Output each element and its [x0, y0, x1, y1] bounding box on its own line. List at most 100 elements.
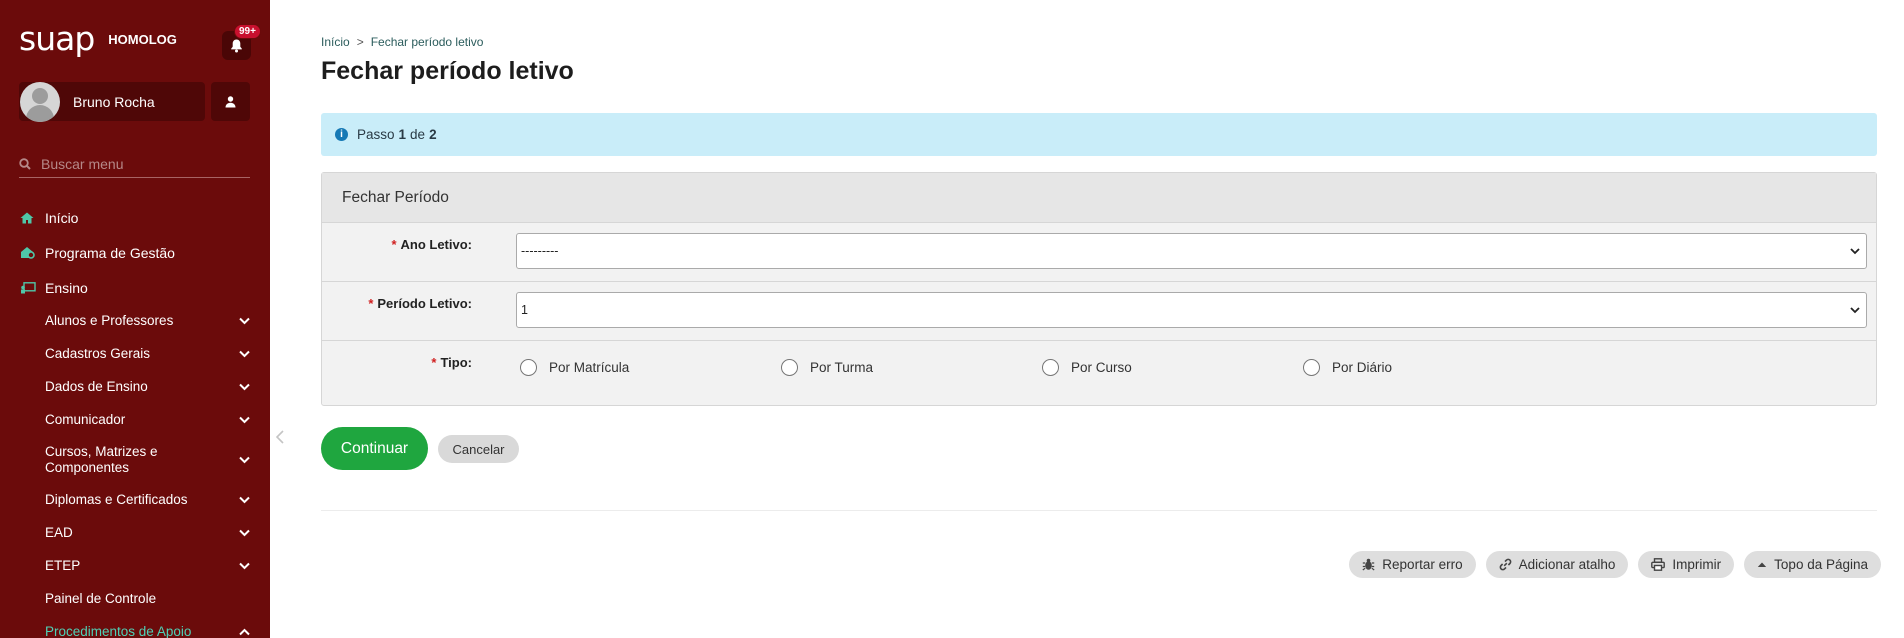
button-label: Topo da Página	[1774, 557, 1868, 572]
step-current: 1	[398, 127, 407, 142]
breadcrumb-home-link[interactable]: Início	[321, 35, 350, 49]
search-icon	[19, 157, 31, 170]
tipo-row: * Tipo: Por Matrícula Por Turma Por Curso…	[322, 341, 1876, 404]
ano-letivo-select[interactable]: ---------	[516, 233, 1867, 269]
step-prefix: Passo	[357, 127, 395, 142]
menu-item-procedimentos-de-apoio[interactable]: Procedimentos de Apoio	[0, 616, 270, 638]
continue-button[interactable]: Continuar	[321, 427, 428, 470]
radio-label: Por Curso	[1071, 360, 1132, 375]
label-text: Período Letivo:	[377, 296, 472, 311]
menu-item-alunos-e-professores[interactable]: Alunos e Professores	[0, 305, 270, 337]
radio-circle[interactable]	[781, 359, 798, 376]
add-shortcut-button[interactable]: Adicionar atalho	[1485, 551, 1629, 578]
menu-item-cursos-matrizes-e-componentes[interactable]: Cursos, Matrizes e Componentes	[0, 436, 270, 484]
close-period-form: Fechar Período * Ano Letivo: --------- * P…	[321, 172, 1877, 406]
user-menu-button[interactable]	[211, 82, 250, 121]
page-title: Fechar período letivo	[321, 57, 574, 85]
print-button[interactable]: Imprimir	[1638, 551, 1735, 578]
chevron-down-icon	[239, 529, 250, 537]
ensino-icon	[20, 281, 38, 294]
chevron-left-icon	[275, 430, 284, 444]
gestao-icon	[20, 246, 38, 259]
button-label: Imprimir	[1672, 557, 1722, 572]
caret-up-icon	[1757, 561, 1767, 568]
radio-circle[interactable]	[520, 359, 537, 376]
link-icon	[1499, 558, 1512, 571]
user-icon	[225, 95, 236, 107]
cancel-button[interactable]: Cancelar	[438, 435, 519, 463]
footer-actions: Reportar erro Adicionar atalho Imprimir …	[1339, 551, 1881, 578]
menu-item-label: Painel de Controle	[45, 591, 157, 606]
periodo-letivo-label: * Período Letivo:	[368, 296, 472, 311]
menu-item-label: Dados de Ensino	[45, 378, 148, 394]
bell-icon	[231, 39, 242, 52]
chevron-down-icon	[239, 350, 250, 357]
radio-label: Por Turma	[810, 360, 874, 375]
report-error-button[interactable]: Reportar erro	[1349, 551, 1476, 578]
sidebar-collapse-button[interactable]	[275, 428, 284, 449]
chevron-down-icon	[239, 416, 250, 423]
menu-item-inicio[interactable]: Início	[0, 200, 270, 235]
top-of-page-button[interactable]: Topo da Página	[1744, 551, 1881, 578]
menu-item-etep[interactable]: ETEP	[0, 550, 270, 582]
required-mark: *	[368, 296, 374, 311]
menu-item-label: Procedimentos de Apoio	[45, 624, 192, 638]
tipo-radio-group: Por Matrícula Por Turma Por Curso Por Di…	[520, 359, 1564, 376]
select-value: 1	[521, 303, 528, 317]
menu-item-ead[interactable]: EAD	[0, 516, 270, 550]
notification-badge: 99+	[234, 24, 261, 39]
user-profile[interactable]: Bruno Rocha	[19, 81, 205, 122]
label-text: Ano Letivo:	[400, 237, 473, 252]
menu-item-label: Início	[45, 209, 79, 226]
chevron-down-icon	[239, 383, 250, 390]
step-alert: i Passo 1 de 2	[321, 113, 1877, 156]
required-mark: *	[431, 355, 437, 370]
form-title: Fechar Período	[322, 173, 1876, 223]
step-total: 2	[429, 127, 437, 142]
chevron-down-icon	[239, 562, 250, 570]
menu-item-label: Alunos e Professores	[45, 313, 174, 328]
chevron-down-icon	[239, 317, 250, 325]
menu-item-dados-de-ensino[interactable]: Dados de Ensino	[0, 370, 270, 403]
menu-item-programa-de-gestao[interactable]: Programa de Gestão	[0, 235, 270, 270]
menu-item-ensino[interactable]: Ensino	[0, 270, 270, 305]
menu-item-painel-de-controle[interactable]: Painel de Controle	[0, 582, 270, 616]
chevron-down-icon	[1850, 306, 1860, 313]
button-label: Adicionar atalho	[1518, 557, 1616, 572]
select-value: ---------	[521, 244, 559, 258]
radio-por-curso[interactable]: Por Curso	[1042, 359, 1303, 376]
step-of: de	[410, 127, 426, 142]
menu-item-comunicador[interactable]: Comunicador	[0, 403, 270, 436]
radio-circle[interactable]	[1042, 359, 1059, 376]
main-menu: Início Programa de Gestão Ensino Alunos …	[0, 200, 270, 638]
radio-circle[interactable]	[1303, 359, 1320, 376]
radio-por-turma[interactable]: Por Turma	[781, 359, 1042, 376]
menu-item-label: Cadastros Gerais	[45, 345, 151, 361]
menu-item-label: Cursos, Matrizes e Componentes	[45, 444, 158, 475]
menu-item-label: Comunicador	[45, 411, 126, 427]
menu-item-label: Ensino	[45, 279, 88, 296]
breadcrumb: Início > Fechar período letivo	[321, 35, 483, 49]
chevron-down-icon	[239, 456, 250, 464]
search-input[interactable]: Buscar menu	[41, 156, 123, 172]
print-icon	[1651, 558, 1666, 571]
user-name: Bruno Rocha	[73, 93, 155, 110]
menu-item-label: ETEP	[45, 558, 81, 573]
radio-por-matricula[interactable]: Por Matrícula	[520, 359, 781, 376]
menu-search[interactable]: Buscar menu	[19, 150, 250, 178]
label-text: Tipo:	[440, 355, 472, 370]
breadcrumb-current[interactable]: Fechar período letivo	[371, 35, 484, 49]
chevron-down-icon	[1850, 247, 1860, 254]
suap-logo[interactable]: suap	[19, 22, 95, 55]
breadcrumb-separator: >	[356, 35, 364, 49]
menu-item-diplomas-e-certificados[interactable]: Diplomas e Certificados	[0, 484, 270, 516]
home-icon	[20, 212, 38, 224]
periodo-letivo-select[interactable]: 1	[516, 292, 1867, 328]
radio-label: Por Matrícula	[549, 360, 630, 375]
menu-item-cadastros-gerais[interactable]: Cadastros Gerais	[0, 337, 270, 370]
radio-por-diario[interactable]: Por Diário	[1303, 359, 1564, 376]
divider	[321, 510, 1877, 511]
tipo-label: * Tipo:	[431, 355, 472, 370]
bug-icon	[1362, 558, 1375, 571]
required-mark: *	[391, 237, 397, 252]
